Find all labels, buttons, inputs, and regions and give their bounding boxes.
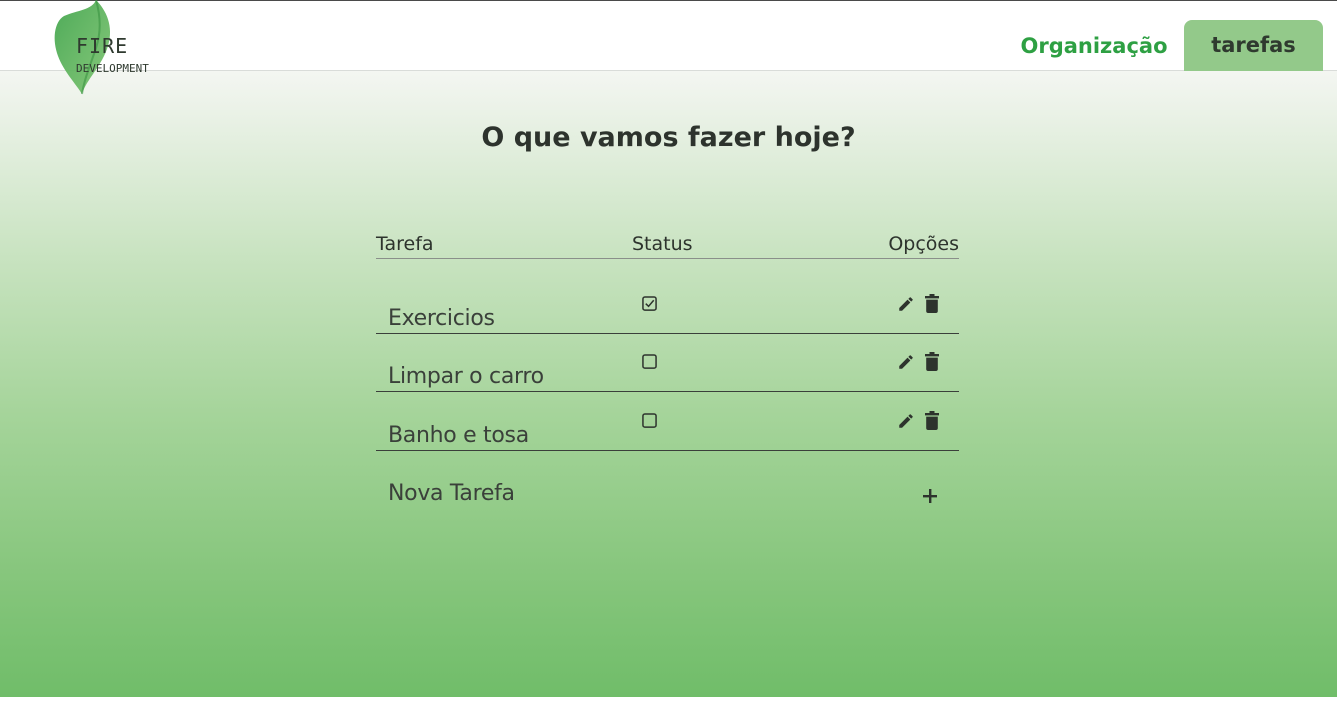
column-header-tarefa: Tarefa <box>376 233 434 255</box>
new-task-label: Nova Tarefa <box>388 481 515 506</box>
column-header-status: Status <box>632 233 693 255</box>
page-title: O que vamos fazer hoje? <box>481 122 856 153</box>
task-name: Exercicios <box>388 306 495 331</box>
page-footer <box>0 697 1337 714</box>
task-table-header: Tarefa Status Opções <box>376 232 959 259</box>
checkbox-unchecked-icon[interactable] <box>642 413 657 428</box>
task-row: Exercicios <box>376 275 959 334</box>
pencil-icon[interactable] <box>897 295 915 313</box>
nav-tab-tarefas[interactable]: tarefas <box>1184 20 1323 71</box>
trash-icon[interactable] <box>925 411 939 430</box>
trash-icon[interactable] <box>925 294 939 313</box>
checkbox-unchecked-icon[interactable] <box>642 354 657 369</box>
task-name: Limpar o carro <box>388 364 544 389</box>
top-navbar: Organização tarefas <box>0 1 1337 71</box>
task-name: Banho e tosa <box>388 423 529 448</box>
task-row: Banho e tosa <box>376 392 959 451</box>
brand-subtitle: DEVELOPMENT <box>76 62 149 75</box>
brand-title: FIRE <box>76 34 129 58</box>
task-row: Limpar o carro <box>376 333 959 392</box>
plus-icon[interactable] <box>921 487 939 505</box>
new-task-row[interactable]: Nova Tarefa <box>376 473 959 517</box>
checkbox-checked-icon[interactable] <box>642 296 657 311</box>
task-page: O que vamos fazer hoje? Tarefa Status Op… <box>0 70 1337 697</box>
nav-link-organizacao[interactable]: Organização <box>1012 21 1176 71</box>
pencil-icon[interactable] <box>897 412 915 430</box>
column-header-opcoes: Opções <box>888 233 959 255</box>
brand-logo[interactable]: FIRE DEVELOPMENT <box>52 0 162 96</box>
trash-icon[interactable] <box>925 352 939 371</box>
pencil-icon[interactable] <box>897 353 915 371</box>
